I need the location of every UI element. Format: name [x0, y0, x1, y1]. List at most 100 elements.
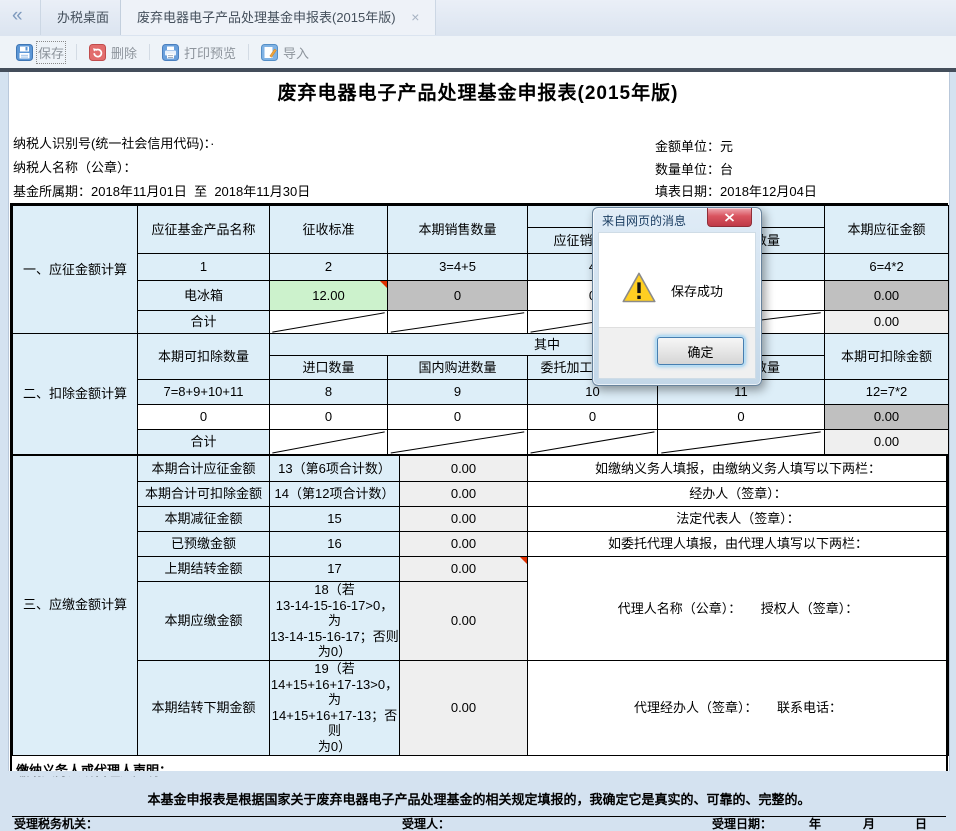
na-cell: [528, 430, 658, 455]
levy-amount-cell-disabled: 0.00: [825, 281, 949, 311]
agent-handler-phone-labels: 代理经办人（签章）： 联系电话：: [528, 660, 949, 755]
dialog-footer: 确定: [599, 327, 755, 378]
domestic-purchase-qty-input-cell[interactable]: 0: [388, 405, 528, 430]
col-header-domestic-purchase-qty: 国内购进数量: [388, 356, 528, 380]
na-cell: [388, 311, 528, 334]
taxpayer-id-label: 纳税人识别号(统一社会信用代码)：·: [13, 133, 215, 152]
close-x-icon: [724, 213, 735, 222]
printer-icon: [162, 44, 179, 61]
payable-amount-table: 三、应缴金额计算 本期合计应征金额 13（第6项合计数） 0.00 如缴纳义务人…: [12, 455, 949, 756]
toolbar: 保存 删除 打印预览 导入: [0, 36, 956, 68]
legal-representative-signature-label: 法定代表人（签章）：: [528, 507, 949, 532]
print-preview-label: 打印预览: [184, 43, 236, 62]
col-number: 3=4+5: [388, 254, 528, 281]
levy-standard-input-cell[interactable]: 12.00: [270, 281, 388, 311]
levy-and-deduction-table: 一、应征金额计算 应征基金产品名称 征收标准 本期销售数量 其中 本期应征金额 …: [12, 205, 949, 455]
deductible-qty-input-cell[interactable]: 0: [138, 405, 270, 430]
accept-date-label: 受理日期：: [712, 817, 772, 831]
delete-icon: [89, 44, 106, 61]
declaration-table: 一、应征金额计算 应征基金产品名称 征收标准 本期销售数量 其中 本期应征金额 …: [10, 203, 948, 775]
import-label: 导入: [283, 43, 309, 62]
deductible-amount-cell-disabled: 0.00: [825, 405, 949, 430]
tab-close-icon[interactable]: ×: [411, 0, 419, 35]
line-number: 13（第6项合计数）: [270, 456, 400, 482]
col-header-product-name: 应征基金产品名称: [138, 206, 270, 254]
na-cell: [270, 430, 388, 455]
handler-signature-label: 经办人（签章）：: [528, 482, 949, 507]
col-number: 12=7*2: [825, 380, 949, 405]
accepting-authority-label: 受理税务机关：: [14, 817, 98, 831]
tab-label: 办税桌面: [57, 10, 109, 25]
col-number: 1: [138, 254, 270, 281]
back-chevrons-icon[interactable]: «: [12, 5, 23, 27]
col-number: 2: [270, 254, 388, 281]
section2-label: 二、扣除金额计算: [13, 334, 138, 455]
dialog-close-button[interactable]: [707, 208, 752, 227]
item-label: 本期结转下期金额: [138, 660, 270, 755]
consign-processing-qty-input-cell[interactable]: 0: [528, 405, 658, 430]
line-number: 14（第12项合计数）: [270, 482, 400, 507]
col-number: 7=8+9+10+11: [138, 380, 270, 405]
toolbar-separator: [248, 44, 249, 60]
webpage-message-dialog: 来自网页的消息 保存成功 确定: [592, 207, 762, 386]
computed-value-cell: 0.00: [400, 532, 528, 557]
line-number: 16: [270, 532, 400, 557]
delete-button[interactable]: 删除: [89, 43, 137, 62]
col-number: 6=4*2: [825, 254, 949, 281]
toolbar-separator: [76, 44, 77, 60]
computed-value-cell: 0.00: [400, 582, 528, 661]
col-header-deductible-amount: 本期可扣除金额: [825, 334, 949, 380]
computed-value-cell: 0.00: [400, 507, 528, 532]
delete-label: 删除: [111, 43, 137, 62]
declaration-block: 缴纳义务人或代理人声明： 本基金申报表是根据国家关于废弃电器电子产品处理基金的相…: [12, 756, 946, 816]
agent-name-authorizer-labels: 代理人名称（公章）： 授权人（签章）：: [528, 557, 949, 661]
declaration-body: 本基金申报表是根据国家关于废弃电器电子产品处理基金的相关规定填报的，我确定它是真…: [12, 789, 946, 808]
receiver-label: 受理人：: [402, 817, 450, 831]
col-header-levy-standard: 征收标准: [270, 206, 388, 254]
amount-unit-label: 金额单位：元: [655, 136, 733, 155]
filer-note: 如缴纳义务人填报，由缴纳义务人填写以下两栏：: [528, 456, 949, 482]
line-number-formula: 19（若 14+15+16+17-13>0，为 14+15+16+17-13；否…: [270, 660, 400, 755]
item-label: 已预缴金额: [138, 532, 270, 557]
save-label: 保存: [38, 43, 64, 62]
print-preview-button[interactable]: 打印预览: [162, 43, 236, 62]
agent-note: 如委托代理人填报，由代理人填写以下两栏：: [528, 532, 949, 557]
line-number: 15: [270, 507, 400, 532]
item-label: 本期减征金额: [138, 507, 270, 532]
item-label: 本期合计应征金额: [138, 456, 270, 482]
save-button[interactable]: 保存: [16, 43, 64, 62]
month-label: 月: [863, 817, 875, 831]
import-icon: [261, 44, 278, 61]
tab-fund-declaration-form[interactable]: 废弃电器电子产品处理基金申报表(2015年版) ×: [120, 0, 436, 35]
tab-tax-desktop[interactable]: 办税桌面: [40, 0, 126, 35]
dialog-body: 保存成功 确定: [598, 232, 756, 379]
day-label: 日: [915, 817, 927, 831]
item-label: 上期结转金额: [138, 557, 270, 582]
import-qty-input-cell[interactable]: 0: [270, 405, 388, 430]
line-number-formula: 18（若 13-14-15-16-17>0，为 13-14-15-16-17；否…: [270, 582, 400, 661]
sales-qty-cell-disabled: 0: [388, 281, 528, 311]
warning-icon: [621, 271, 657, 310]
save-icon: [16, 44, 33, 61]
computed-value-cell: 0.00: [400, 660, 528, 755]
dialog-title[interactable]: 来自网页的消息: [602, 212, 686, 229]
col-header-sales-qty: 本期销售数量: [388, 206, 528, 254]
item-label: 本期应缴金额: [138, 582, 270, 661]
quantity-unit-label: 数量单位：台: [655, 159, 733, 178]
na-cell: [270, 311, 388, 334]
section1-total-label: 合计: [138, 311, 270, 334]
dialog-message: 保存成功: [671, 281, 723, 300]
form-title: 废弃电器电子产品处理基金申报表(2015年版): [0, 78, 956, 105]
computed-value-cell: 0.00: [400, 456, 528, 482]
item-label: 本期合计可扣除金额: [138, 482, 270, 507]
app-window: « 办税桌面 废弃电器电子产品处理基金申报表(2015年版) × 保存 删除 打…: [0, 0, 956, 776]
section2-total-amount: 0.00: [825, 430, 949, 455]
ok-button[interactable]: 确定: [657, 337, 744, 365]
page-bottom-margin: [0, 771, 956, 776]
import-button[interactable]: 导入: [261, 43, 309, 62]
tab-bar: « 办税桌面 废弃电器电子产品处理基金申报表(2015年版) ×: [0, 0, 956, 37]
sales-return-qty-input-cell[interactable]: 0: [658, 405, 825, 430]
section1-label: 一、应征金额计算: [13, 206, 138, 334]
section2-total-label: 合计: [138, 430, 270, 455]
acceptance-row: 受理税务机关： 受理人： 受理日期： 年 月 日: [12, 816, 946, 831]
